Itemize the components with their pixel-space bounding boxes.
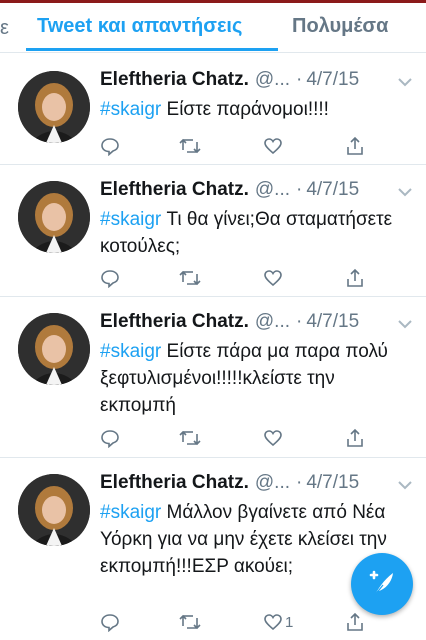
reply-icon <box>101 430 119 448</box>
tweet-header: Eleftheria Chatz. @... · 4/7/15 <box>100 69 359 91</box>
like-icon <box>264 138 282 155</box>
separator-dot: · <box>296 311 303 332</box>
author-name[interactable]: Eleftheria Chatz. <box>100 179 249 200</box>
share-icon <box>347 136 363 155</box>
tweet[interactable]: Eleftheria Chatz. @... · 4/7/15 #skaigr Τι … <box>0 165 426 297</box>
author-handle[interactable]: @... <box>255 311 290 332</box>
like-button[interactable] <box>263 267 285 289</box>
tweet-feed: Eleftheria Chatz. @... · 4/7/15 #skaigr Είσ… <box>0 55 426 640</box>
separator-dot: · <box>296 69 303 90</box>
tweet-text: #skaigr Είστε παράνομοι!!!! <box>100 96 412 123</box>
share-icon <box>347 612 363 631</box>
avatar[interactable] <box>18 313 90 385</box>
chevron-down-icon[interactable] <box>398 480 412 490</box>
author-name[interactable]: Eleftheria Chatz. <box>100 69 249 90</box>
like-button[interactable] <box>263 135 285 157</box>
compose-tweet-button[interactable] <box>351 553 413 615</box>
author-handle[interactable]: @... <box>255 69 290 90</box>
profile-tabs: ε Tweet και απαντήσεις Πολυμέσα <box>0 3 426 53</box>
active-tab-indicator <box>26 48 278 51</box>
tweet-actions <box>100 135 400 157</box>
tweet-text: #skaigr Τι θα γίνει;Θα σταματήσετε κοτού… <box>100 206 412 260</box>
reply-button[interactable] <box>100 427 122 449</box>
tweet-text: #skaigr Είστε πάρα μα παρα πολύ ξεφτυλισ… <box>100 338 412 419</box>
compose-tweet-icon <box>369 570 393 596</box>
avatar[interactable] <box>18 181 90 253</box>
tweet[interactable]: Eleftheria Chatz. @... · 4/7/15 #skaigr Μάλ… <box>0 458 426 640</box>
hashtag-link[interactable]: #skaigr <box>100 502 161 523</box>
like-count: 1 <box>285 613 294 631</box>
share-button[interactable] <box>345 135 365 157</box>
chevron-down-icon[interactable] <box>398 319 412 329</box>
hashtag-link[interactable]: #skaigr <box>100 341 161 362</box>
like-button[interactable] <box>263 427 285 449</box>
share-icon <box>347 268 363 287</box>
retweet-icon <box>179 138 201 154</box>
reply-icon <box>101 614 119 632</box>
tweet-actions <box>100 427 400 449</box>
retweet-button[interactable] <box>178 135 204 157</box>
avatar[interactable] <box>18 474 90 546</box>
tweet-date[interactable]: 4/7/15 <box>306 311 359 332</box>
tweet-header: Eleftheria Chatz. @... · 4/7/15 <box>100 472 359 494</box>
retweet-icon <box>179 270 201 286</box>
tab-media[interactable]: Πολυμέσα <box>292 15 388 38</box>
like-icon <box>264 270 282 287</box>
tweet-header: Eleftheria Chatz. @... · 4/7/15 <box>100 311 359 333</box>
tweet[interactable]: Eleftheria Chatz. @... · 4/7/15 #skaigr Είσ… <box>0 297 426 458</box>
tab-tweets-and-replies[interactable]: Tweet και απαντήσεις <box>37 15 242 38</box>
tweet-header: Eleftheria Chatz. @... · 4/7/15 <box>100 179 359 201</box>
reply-icon <box>101 138 119 156</box>
tweet-date[interactable]: 4/7/15 <box>306 179 359 200</box>
retweet-button[interactable] <box>178 427 204 449</box>
reply-icon <box>101 270 119 288</box>
tweet-actions <box>100 267 400 289</box>
like-icon <box>264 614 282 631</box>
tweet-date[interactable]: 4/7/15 <box>306 472 359 493</box>
share-button[interactable] <box>345 427 365 449</box>
reply-button[interactable] <box>100 267 122 289</box>
share-icon <box>347 428 363 447</box>
author-handle[interactable]: @... <box>255 179 290 200</box>
hashtag-link[interactable]: #skaigr <box>100 209 161 230</box>
author-name[interactable]: Eleftheria Chatz. <box>100 311 249 332</box>
retweet-button[interactable] <box>178 611 204 633</box>
author-name[interactable]: Eleftheria Chatz. <box>100 472 249 493</box>
like-button[interactable]: 1 <box>263 611 293 633</box>
tweet-date[interactable]: 4/7/15 <box>306 69 359 90</box>
share-button[interactable] <box>345 611 365 633</box>
retweet-icon <box>179 430 201 446</box>
separator-dot: · <box>296 472 303 493</box>
reply-button[interactable] <box>100 135 122 157</box>
retweet-icon <box>179 614 201 630</box>
avatar[interactable] <box>18 71 90 143</box>
chevron-down-icon[interactable] <box>398 187 412 197</box>
tweet-body: Είστε παράνομοι!!!! <box>161 99 329 120</box>
separator-dot: · <box>296 179 303 200</box>
retweet-button[interactable] <box>178 267 204 289</box>
tweet[interactable]: Eleftheria Chatz. @... · 4/7/15 #skaigr Είσ… <box>0 55 426 165</box>
tab-previous-fragment[interactable]: ε <box>0 17 9 40</box>
author-handle[interactable]: @... <box>255 472 290 493</box>
share-button[interactable] <box>345 267 365 289</box>
like-icon <box>264 430 282 447</box>
hashtag-link[interactable]: #skaigr <box>100 99 161 120</box>
reply-button[interactable] <box>100 611 122 633</box>
chevron-down-icon[interactable] <box>398 77 412 87</box>
tweet-actions: 1 <box>100 611 400 633</box>
